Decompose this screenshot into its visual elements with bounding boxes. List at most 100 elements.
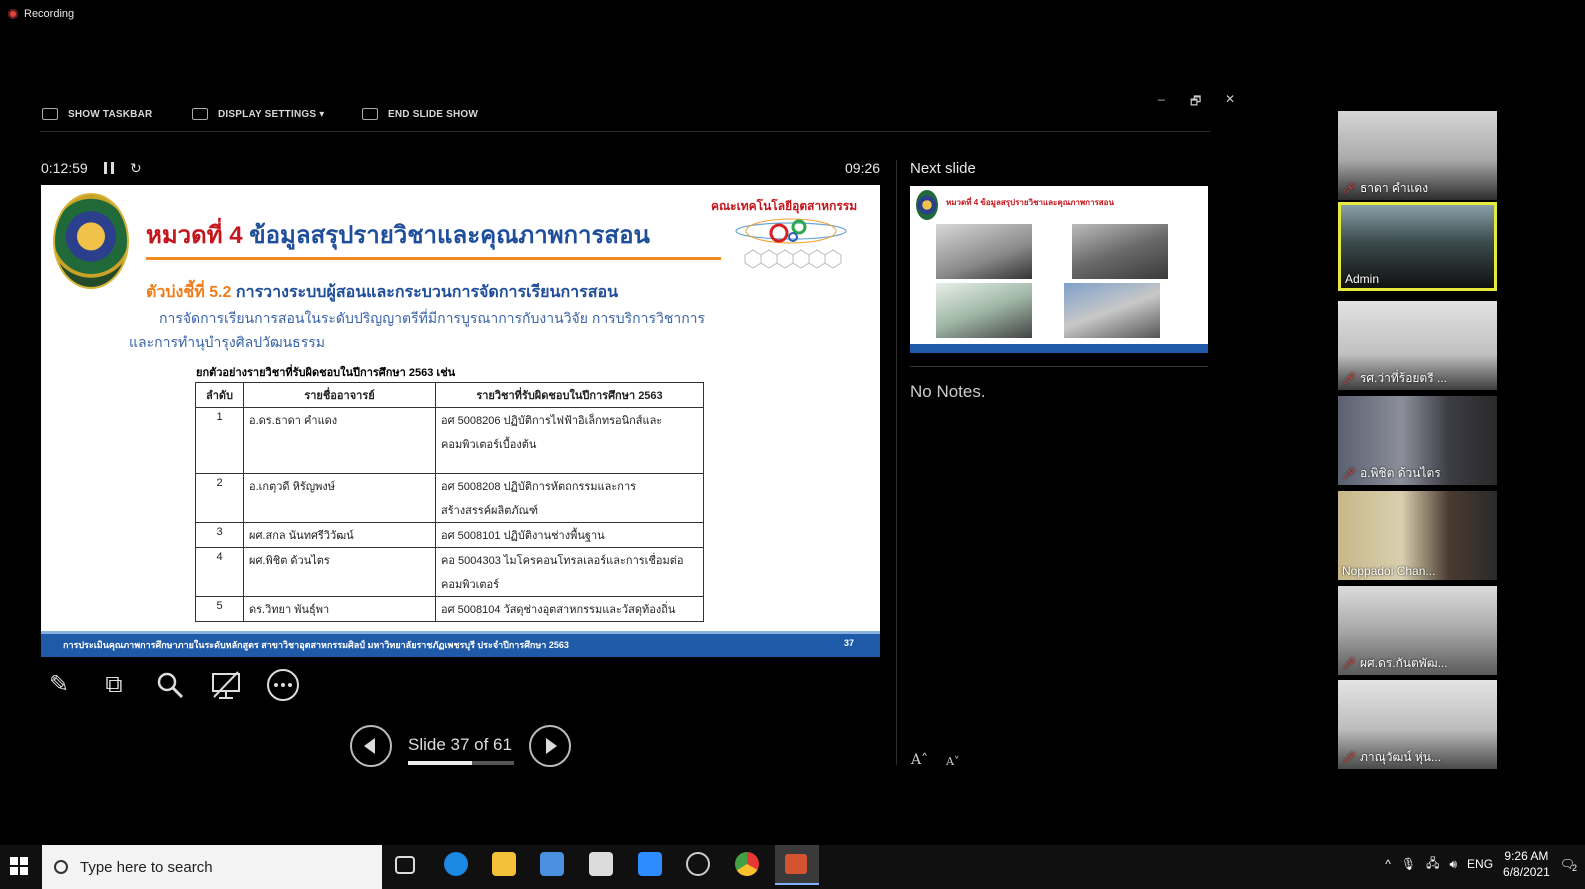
elapsed-timer: 0:12:59 (41, 160, 88, 176)
participant-name: ผศ.ดร.กันตพัฒ... (1359, 656, 1448, 670)
row-course-line-1: อศ 5008208 ปฏิบัติการหัตถกรรมและการ (441, 481, 637, 493)
taskbar-time: 9:26 AM (1504, 849, 1549, 863)
search-placeholder: Type here to search (80, 858, 213, 876)
decrease-font-button[interactable]: A˅ (946, 755, 959, 768)
notes-divider (910, 366, 1208, 367)
previous-slide-button[interactable] (350, 725, 392, 767)
thumbnail-photo (1064, 283, 1160, 338)
presenter-toolbar: SHOW TASKBAR DISPLAY SETTINGS ▾ END SLID… (40, 92, 1235, 132)
taskbar-clock[interactable]: 9:26 AM 6/8/2021 (1503, 848, 1550, 880)
speaker-notes: No Notes. (910, 382, 986, 401)
mic-muted-icon: 🎤︎ (1342, 752, 1356, 764)
participant-tile[interactable]: 🎤︎ อ.พิชิต ด้วนไตร (1338, 396, 1497, 485)
store-icon[interactable] (540, 852, 564, 876)
file-explorer-icon[interactable] (492, 852, 516, 876)
row-course: อศ 5008101 ปฏิบัติงานช่างพื้นฐาน (435, 522, 704, 548)
participant-label: Noppadol Chan... (1342, 564, 1435, 578)
next-slide-label: Next slide (910, 160, 976, 177)
next-slide-button[interactable] (529, 725, 571, 767)
row-course-line-1: อศ 5008101 ปฏิบัติงานช่างพื้นฐาน (441, 530, 605, 542)
title-divider (146, 257, 721, 260)
row-course-line-2: คอมพิวเตอร์เบื้องต้น (441, 439, 537, 451)
participant-label: 🎤︎ ธาดา คำแดง (1342, 179, 1428, 198)
participant-tile-active[interactable]: Admin (1338, 202, 1497, 291)
more-options-icon[interactable] (265, 667, 301, 703)
table-row: 3 ผศ.สกล นันทศรีวิวัฒน์ อศ 5008101 ปฏิบั… (195, 522, 704, 548)
row-instructor: ดร.วิทยา พันธุ์พา (243, 596, 436, 622)
table-row: 5 ดร.วิทยา พันธุ์พา อศ 5008104 วัสดุช่าง… (195, 596, 704, 622)
chrome-icon[interactable] (735, 852, 759, 876)
participant-name: รศ.ว่าที่ร้อยตรี ... (1359, 371, 1448, 385)
slide-title-main: ข้อมูลสรุปรายวิชาและคุณภาพการสอน (249, 222, 650, 249)
participant-tile[interactable]: 🎤︎ รศ.ว่าที่ร้อยตรี ... (1338, 301, 1497, 390)
volume-icon[interactable]: 🔊︎ (1449, 857, 1457, 872)
current-slide[interactable]: หมวดที่ 4 ข้อมูลสรุปรายวิชาและคุณภาพการส… (41, 185, 880, 657)
zoom-icon[interactable] (152, 667, 188, 703)
show-hidden-icons-icon[interactable]: ^ (1385, 857, 1391, 871)
microphone-icon[interactable]: 🎙︎ (1401, 857, 1416, 871)
slide-footer-text: การประเมินคุณภาพการศึกษาภายในระดับหลักสู… (63, 640, 569, 650)
edge-browser-icon[interactable] (444, 852, 468, 876)
restore-button[interactable]: 🗗 (1190, 92, 1201, 113)
minimize-button[interactable]: – (1158, 92, 1165, 106)
row-course: อศ 5008208 ปฏิบัติการหัตถกรรมและการสร้าง… (435, 473, 704, 523)
display-icon (192, 108, 208, 120)
notification-center-icon[interactable]: 🗨︎ 2 (1560, 857, 1577, 873)
windows-start-icon[interactable] (10, 857, 28, 875)
next-slide-thumbnail[interactable]: หมวดที่ 4 ข้อมูลสรุปรายวิชาและคุณภาพการส… (910, 186, 1208, 353)
taskbar-search-box[interactable]: Type here to search (42, 845, 382, 889)
pen-icon[interactable]: ✎ (41, 667, 77, 703)
mic-muted-icon: 🎤︎ (1342, 373, 1356, 385)
obs-icon[interactable] (686, 852, 710, 876)
row-order: 1 (195, 407, 244, 474)
participant-tile[interactable]: 🎤︎ ภาณุวัฒน์ หุ่น... (1338, 680, 1497, 769)
slide-progress-fill (408, 761, 473, 765)
participant-label: 🎤︎ ภาณุวัฒน์ หุ่น... (1342, 748, 1441, 767)
slide-title-prefix: หมวดที่ 4 (146, 222, 243, 249)
row-instructor: อ.เกตุวดี หิรัญพงษ์ (243, 473, 436, 523)
language-indicator[interactable]: ENG (1467, 857, 1493, 871)
mail-icon[interactable] (589, 852, 613, 876)
restart-icon[interactable]: ↻ (130, 160, 142, 177)
row-course-line-1: อศ 5008104 วัสดุช่างอุตสาหกรรมและวัสดุท้… (441, 604, 676, 616)
row-course-line-1: อศ 5008206 ปฏิบัติการไฟฟ้าอิเล็กทรอนิกส์… (441, 415, 663, 427)
row-course-line-2: สร้างสรรค์ผลิตภัณฑ์ (441, 505, 538, 517)
participant-tile[interactable]: Noppadol Chan... (1338, 491, 1497, 580)
network-icon[interactable]: 🖧 (1426, 854, 1439, 875)
zoom-app-icon[interactable] (638, 852, 662, 876)
thumbnail-photo (936, 283, 1032, 338)
row-order: 3 (195, 522, 244, 548)
powerpoint-taskbar-button[interactable] (775, 845, 819, 885)
participant-tile[interactable]: 🎤︎ ธาดา คำแดง (1338, 111, 1497, 200)
participant-label: 🎤︎ รศ.ว่าที่ร้อยตรี ... (1342, 369, 1447, 388)
gears-logo-icon (735, 218, 847, 269)
display-settings-button[interactable]: DISPLAY SETTINGS ▾ (192, 108, 324, 120)
increase-font-button[interactable]: A˄ (911, 752, 928, 768)
participant-name: อ.พิชิต ด้วนไตร (1359, 466, 1441, 480)
slide-counter[interactable]: Slide 37 of 61 (408, 735, 512, 755)
slide-progress-bar (408, 761, 514, 765)
participant-tile[interactable]: 🎤︎ ผศ.ดร.กันตพัฒ... (1338, 586, 1497, 675)
black-screen-icon[interactable] (208, 667, 244, 703)
all-slides-icon[interactable]: ⧉ (96, 667, 132, 703)
end-slide-show-button[interactable]: END SLIDE SHOW (362, 108, 478, 120)
slide-title: หมวดที่ 4 ข้อมูลสรุปรายวิชาและคุณภาพการส… (146, 215, 650, 254)
row-instructor: ผศ.สกล นันทศรีวิวัฒน์ (243, 522, 436, 548)
pause-icon[interactable] (104, 162, 114, 174)
show-taskbar-button[interactable]: SHOW TASKBAR (42, 108, 152, 120)
system-tray: ^ 🎙︎ 🖧 🔊︎ ENG 9:26 AM 6/8/2021 🗨︎ 2 (1385, 848, 1577, 880)
task-view-icon[interactable] (395, 856, 415, 874)
table-row: 2 อ.เกตุวดี หิรัญพงษ์ อศ 5008208 ปฏิบัติ… (195, 473, 704, 523)
recording-label: Recording (24, 8, 75, 20)
panel-divider (896, 160, 897, 765)
close-button[interactable]: ✕ (1225, 92, 1235, 106)
participant-name: ภาณุวัฒน์ หุ่น... (1359, 750, 1441, 764)
display-settings-label: DISPLAY SETTINGS ▾ (218, 108, 325, 120)
row-instructor: อ.ดร.ธาดา คำแดง (243, 407, 436, 474)
end-slide-show-label: END SLIDE SHOW (388, 108, 479, 120)
table-row: 4 ผศ.พิชิต ด้วนไตร คอ 5004303 ไมโครคอนโท… (195, 547, 704, 597)
row-course: อศ 5008206 ปฏิบัติการไฟฟ้าอิเล็กทรอนิกส์… (435, 407, 704, 474)
course-table: ลำดับ รายชื่ออาจารย์ รายวิชาที่รับผิดชอบ… (195, 382, 704, 622)
current-time: 09:26 (845, 160, 881, 176)
header-instructor: รายชื่ออาจารย์ (243, 382, 436, 408)
